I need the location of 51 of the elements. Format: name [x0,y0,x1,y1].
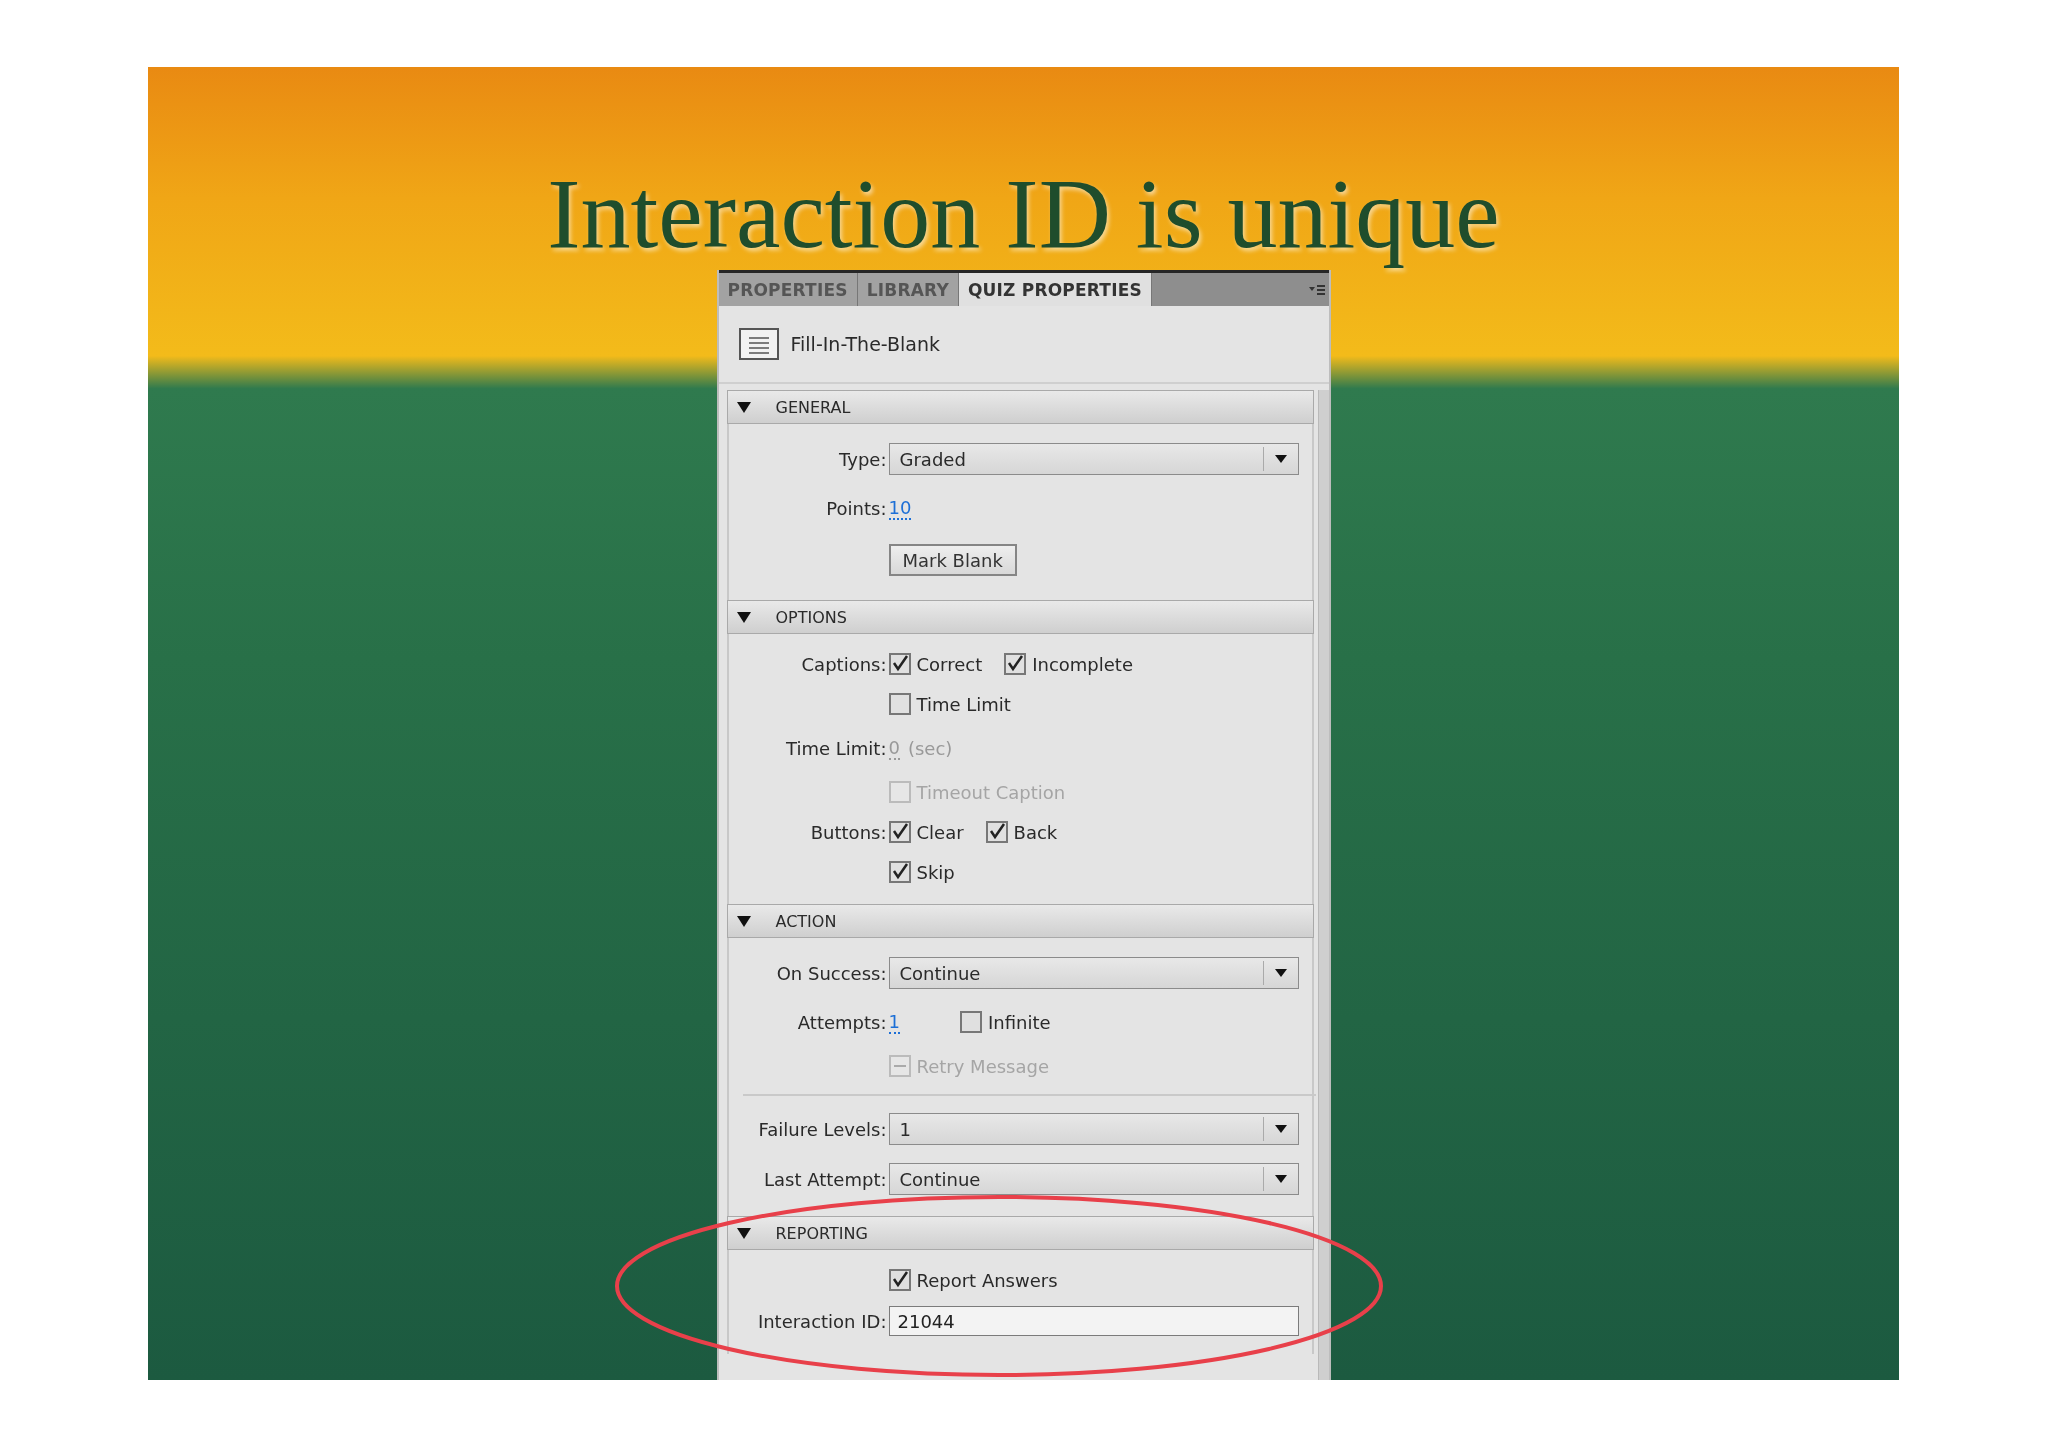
field-label: Failure Levels: [757,1118,888,1140]
checkbox-label: Retry Message [916,1055,1049,1077]
text-lines-icon [738,328,779,360]
triangle-icon [735,400,752,414]
checkbox-label: Skip [916,861,955,883]
dropdown[interactable]: Graded [888,443,1299,475]
unit-label: (sec) [907,737,953,759]
section-header[interactable]: OPTIONS [726,600,1314,634]
checkbox[interactable] [1004,653,1027,675]
interaction-id-field[interactable]: 21044 [888,1306,1299,1336]
checkbox[interactable] [888,861,911,883]
triangle-icon [735,610,752,624]
field-label: Attempts: [796,1011,888,1033]
checkbox-label: Correct [916,653,983,675]
checkbox[interactable] [888,821,911,843]
field-label: Time Limit: [785,737,888,759]
checkbox-label: Clear [916,821,964,843]
field-label: Last Attempt: [763,1168,888,1190]
checkbox-label: Infinite [987,1011,1051,1033]
checkbox-label: Report Answers [916,1269,1058,1291]
field-label: Type: [838,448,888,470]
scrollbar[interactable] [1317,390,1329,1380]
checkbox-label: Time Limit [916,693,1011,715]
section-header[interactable]: REPORTING [726,1216,1314,1250]
number-value[interactable]: 1 [888,1010,900,1034]
section-header[interactable]: GENERAL [726,390,1314,424]
checkbox-label: Incomplete [1032,653,1133,675]
field-label: Interaction ID: [756,1310,888,1332]
slide-title: Interaction ID is unique [547,157,1500,271]
checkbox[interactable] [985,821,1008,843]
mark-blank-button[interactable]: Mark Blank [888,544,1017,576]
menu-icon[interactable] [1308,282,1325,297]
checkbox[interactable] [888,1269,911,1291]
checkbox-label: Timeout Caption [916,781,1066,803]
triangle-icon [735,1226,752,1240]
item-type: Fill-In-The-Blank [790,333,940,355]
checkbox[interactable] [888,693,911,715]
checkbox[interactable] [888,653,911,675]
number-value[interactable]: 10 [888,496,912,520]
dropdown[interactable]: 1 [888,1113,1299,1145]
dropdown[interactable]: Continue [888,957,1299,989]
field-label: Captions: [800,653,888,675]
checkbox[interactable] [959,1011,982,1033]
field-label: Points: [825,497,888,519]
section-header[interactable]: ACTION [726,904,1314,938]
checkbox-label: Back [1013,821,1058,843]
field-label: Buttons: [809,821,888,843]
dropdown[interactable]: Continue [888,1163,1299,1195]
field-label: On Success: [775,962,888,984]
triangle-icon [735,914,752,928]
panel-tab[interactable]: QUIZ PROPERTIES [958,273,1152,306]
